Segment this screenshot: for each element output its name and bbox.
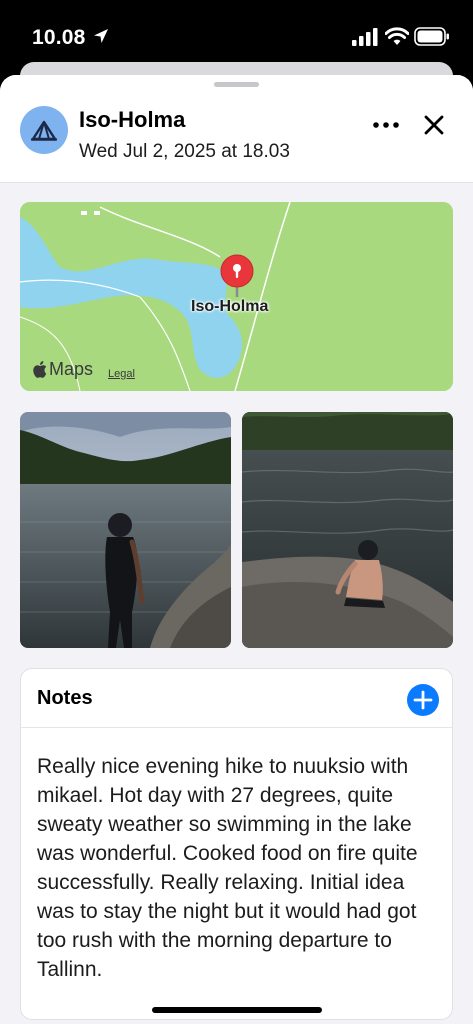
more-options-icon[interactable]	[369, 113, 403, 137]
add-note-button[interactable]	[407, 684, 439, 716]
sheet-grabber[interactable]	[214, 82, 259, 87]
location-map[interactable]: Iso-Holma Maps Legal	[20, 202, 453, 391]
cellular-signal-icon	[352, 28, 378, 46]
maps-legal-link[interactable]: Legal	[108, 368, 135, 380]
notes-card: Notes Really nice evening hike to nuuksi…	[20, 668, 453, 1020]
status-bar: 10.08	[0, 0, 473, 70]
place-avatar	[20, 106, 68, 154]
notes-title: Notes	[37, 687, 93, 709]
notes-divider	[21, 727, 452, 728]
close-icon[interactable]	[420, 111, 448, 139]
place-date: Wed Jul 2, 2025 at 18.03	[79, 141, 290, 162]
apple-maps-logo: Maps	[33, 359, 93, 380]
wifi-icon	[385, 27, 409, 45]
map-pin-label: Iso-Holma	[191, 298, 269, 315]
notes-body[interactable]: Really nice evening hike to nuuksio with…	[37, 752, 447, 984]
home-indicator[interactable]	[152, 1007, 322, 1013]
sheet-header: Iso-Holma Wed Jul 2, 2025 at 18.03	[0, 75, 473, 183]
status-time: 10.08	[32, 26, 86, 49]
location-arrow-icon	[94, 29, 108, 43]
maps-brand-text: Maps	[49, 359, 94, 379]
battery-icon	[414, 27, 449, 46]
apple-logo-icon	[33, 361, 47, 378]
place-title: Iso-Holma	[79, 107, 186, 132]
place-detail-sheet: Iso-Holma Wed Jul 2, 2025 at 18.03 Iso-H…	[0, 75, 473, 1024]
lake-photo-2	[242, 412, 453, 648]
photo-thumbnail-1[interactable]	[20, 412, 231, 648]
plus-icon	[413, 690, 433, 710]
tent-icon	[31, 120, 57, 141]
lake-photo-1	[20, 412, 231, 648]
map-pin-icon[interactable]	[219, 253, 255, 299]
photo-thumbnail-2[interactable]	[242, 412, 453, 648]
